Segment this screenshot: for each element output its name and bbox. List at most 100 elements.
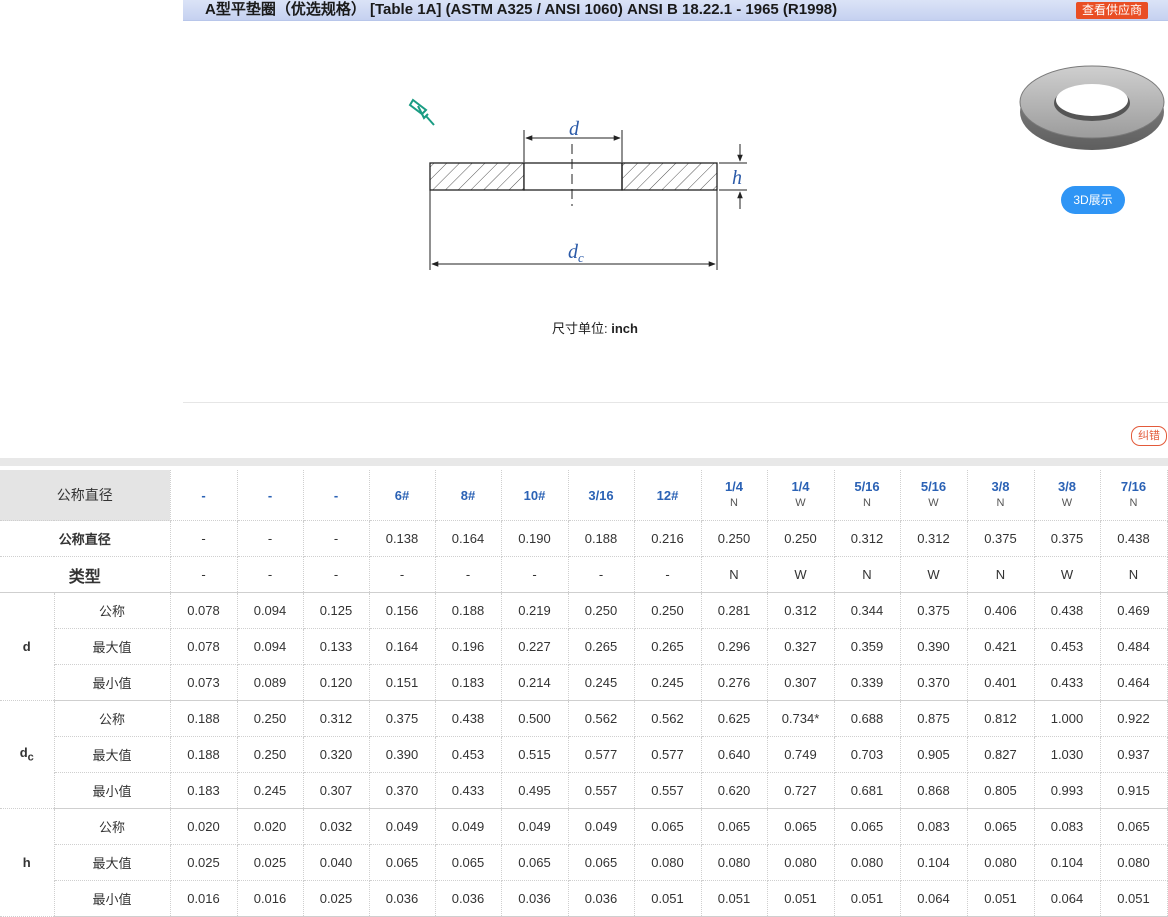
- table-cell: 0.164: [369, 628, 436, 665]
- table-cell: 0.227: [501, 628, 569, 665]
- table-cell: 0.296: [701, 628, 768, 665]
- table-cell: 0.438: [1100, 520, 1168, 557]
- table-cell: 0.812: [967, 700, 1035, 737]
- table-cell: 0.401: [967, 664, 1035, 701]
- column-header: 3/16: [568, 470, 635, 521]
- report-error-button[interactable]: 纠错: [1131, 426, 1167, 446]
- table-cell: 0.083: [1034, 808, 1101, 845]
- row-label: 最小值: [54, 664, 171, 701]
- table-cell: 0.312: [303, 700, 370, 737]
- row-label: 类型: [0, 556, 171, 593]
- group-name: d: [19, 745, 28, 761]
- table-cell: 0.390: [900, 628, 968, 665]
- column-header: 7/16 N: [1100, 470, 1168, 521]
- row-label: 公称: [54, 700, 171, 737]
- table-cell: 0.265: [568, 628, 635, 665]
- table-row: 最大值 0.188 0.250 0.320 0.390 0.453 0.515 0.577 0.…: [0, 736, 1168, 773]
- table-cell: 0.083: [900, 808, 968, 845]
- table-cell: 0.557: [634, 772, 702, 809]
- table-cell: 0.064: [900, 880, 968, 917]
- table-cell: 0.025: [170, 844, 238, 881]
- table-cell: 0.453: [435, 736, 502, 773]
- view-supplier-button[interactable]: 查看供应商: [1075, 2, 1148, 19]
- table-cell: 0.065: [435, 844, 502, 881]
- table-cell: 0.370: [369, 772, 436, 809]
- table-cell: 0.562: [634, 700, 702, 737]
- table-cell: 0.406: [967, 592, 1035, 629]
- table-row: 公称直径 - - -0.138 0.164 0.190 0.188 0.216 0.250 0.2…: [0, 520, 1168, 557]
- column-header: 3/8 N: [967, 470, 1035, 521]
- column-type: N: [996, 497, 1005, 509]
- table-cell: 0.312: [900, 520, 968, 557]
- table-cell: 0.036: [369, 880, 436, 917]
- table-cell: 0.051: [701, 880, 768, 917]
- table-cell: 0.453: [1034, 628, 1101, 665]
- table-cell: 0.065: [701, 808, 768, 845]
- table-cell: 0.703: [834, 736, 901, 773]
- table-row: 最大值 0.078 0.094 0.133 0.164 0.196 0.227 0.265 0.…: [0, 628, 1168, 665]
- column-size: 5/16: [920, 479, 947, 494]
- table-row: h 公称 0.020 0.020 0.032 0.049 0.049 0.049 0.049 0.…: [0, 808, 1168, 917]
- table-cell: 0.868: [900, 772, 968, 809]
- column-header: 12#: [634, 470, 702, 521]
- table-cell: 0.905: [900, 736, 968, 773]
- table-cell: 0.049: [568, 808, 635, 845]
- table-cell: 0.250: [237, 700, 304, 737]
- column-size: 7/16: [1120, 479, 1147, 494]
- table-cell: 0.040: [303, 844, 370, 881]
- table-row: dc 公称 0.188 0.250 0.312 0.375 0.438 0.500 0.562 0…: [0, 700, 1168, 809]
- column-header: 6#: [369, 470, 436, 521]
- table-cell: 0.327: [767, 628, 835, 665]
- column-size: 3/8: [991, 479, 1010, 494]
- row-label: 公称直径: [0, 520, 171, 557]
- table-cell: -: [303, 520, 370, 557]
- table-cell: 0.993: [1034, 772, 1101, 809]
- column-header: 1/4 N: [701, 470, 768, 521]
- table-cell: 0.065: [634, 808, 702, 845]
- left-panel: [0, 26, 183, 404]
- column-type: N: [1129, 497, 1138, 509]
- table-cell: 0.688: [834, 700, 901, 737]
- column-header: -: [237, 470, 304, 521]
- table-cell: 0.020: [237, 808, 304, 845]
- table-cell: 0.183: [170, 772, 238, 809]
- table-cell: 0.094: [237, 628, 304, 665]
- table-cell: 0.104: [900, 844, 968, 881]
- table-cell: 0.265: [634, 628, 702, 665]
- table-cell: 0.469: [1100, 592, 1168, 629]
- table-cell: 0.183: [435, 664, 502, 701]
- table-row: d 公称 0.078 0.094 0.125 0.156 0.188 0.219 0.250 0.…: [0, 592, 1168, 701]
- table-cell: -: [435, 556, 502, 593]
- column-size: 1/4: [791, 479, 810, 494]
- table-cell: 0.196: [435, 628, 502, 665]
- table-cell: 0.025: [303, 880, 370, 917]
- group-label: h: [0, 808, 55, 917]
- column-type: W: [795, 497, 806, 509]
- title-bar: A型平垫圈（优选规格） [Table 1A] (ASTM A325 / ANSI…: [183, 0, 1168, 21]
- header-nominal-diameter: 公称直径: [0, 470, 171, 521]
- column-type: N: [730, 497, 738, 509]
- table-cell: 0.625: [701, 700, 768, 737]
- table-cell: 0.080: [767, 844, 835, 881]
- table-cell: 0.036: [568, 880, 635, 917]
- table-cell: 0.562: [568, 700, 635, 737]
- group-name: d: [22, 639, 31, 654]
- table-cell: W: [900, 556, 968, 593]
- table-cell: 0.250: [767, 520, 835, 557]
- table-cell: 0.051: [967, 880, 1035, 917]
- section-separator: [0, 458, 1168, 466]
- table-cell: 0.515: [501, 736, 569, 773]
- table-cell: 0.375: [900, 592, 968, 629]
- column-size: 10#: [523, 487, 546, 503]
- column-header: 5/16 W: [900, 470, 968, 521]
- table-cell: -: [237, 556, 304, 593]
- column-type: N: [863, 497, 871, 509]
- table-cell: 0.020: [170, 808, 238, 845]
- table-cell: 0.133: [303, 628, 370, 665]
- view-3d-button[interactable]: 3D展示: [1061, 186, 1125, 214]
- table-cell: 0.065: [967, 808, 1035, 845]
- table-cell: 0.250: [568, 592, 635, 629]
- table-row: 最大值 0.025 0.025 0.040 0.065 0.065 0.065 0.065 0.…: [0, 844, 1168, 881]
- column-header: -: [303, 470, 370, 521]
- table-cell: 0.734*: [767, 700, 835, 737]
